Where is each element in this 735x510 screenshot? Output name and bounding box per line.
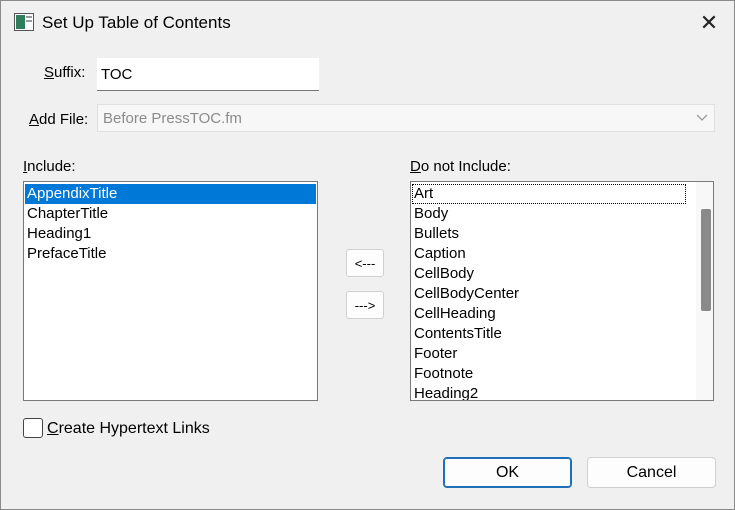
hypertext-label-text: reate Hypertext Links <box>58 420 210 437</box>
list-item[interactable]: CellBody <box>412 264 686 284</box>
title-bar: Set Up Table of Contents ✕ <box>1 1 734 43</box>
hypertext-label-accesskey: C <box>47 420 59 437</box>
list-item[interactable]: Heading1 <box>25 224 316 244</box>
list-item[interactable]: AppendixTitle <box>25 184 316 204</box>
suffix-input[interactable] <box>97 58 319 91</box>
include-label: Include: <box>23 158 76 175</box>
suffix-label: Suffix: <box>44 64 85 81</box>
add-file-label-accesskey: A <box>29 111 40 128</box>
add-file-value: Before PressTOC.fm <box>103 110 242 127</box>
app-icon <box>14 13 34 31</box>
include-label-text: nclude: <box>27 158 76 175</box>
suffix-label-accesskey: S <box>44 64 55 81</box>
add-file-label-text: dd File: <box>39 111 89 128</box>
exclude-label: Do not Include: <box>410 158 511 175</box>
exclude-scrollbar[interactable] <box>696 182 713 400</box>
exclude-label-text: o not Include: <box>420 158 511 175</box>
list-item[interactable]: PrefaceTitle <box>25 244 316 264</box>
list-item[interactable]: Body <box>412 204 686 224</box>
list-item[interactable]: Bullets <box>412 224 686 244</box>
move-to-exclude-button[interactable]: ---> <box>346 291 384 319</box>
add-file-combo[interactable]: Before PressTOC.fm <box>97 104 715 132</box>
list-item[interactable]: ContentsTitle <box>412 324 686 344</box>
list-item[interactable]: Heading2 <box>412 384 686 400</box>
exclude-label-accesskey: D <box>410 158 421 175</box>
ok-button[interactable]: OK <box>443 457 572 488</box>
chevron-down-icon <box>696 109 708 131</box>
close-icon[interactable]: ✕ <box>691 7 727 39</box>
list-item[interactable]: Caption <box>412 244 686 264</box>
move-to-include-button[interactable]: <--- <box>346 249 384 277</box>
list-item[interactable]: ChapterTitle <box>25 204 316 224</box>
setup-toc-dialog: Set Up Table of Contents ✕ Suffix: Add F… <box>0 0 735 510</box>
exclude-scroll-thumb[interactable] <box>701 209 711 311</box>
list-item[interactable]: Art <box>412 184 686 204</box>
list-item[interactable]: Footnote <box>412 364 686 384</box>
include-listbox[interactable]: AppendixTitle ChapterTitle Heading1 Preface… <box>23 181 318 401</box>
list-item[interactable]: CellBodyCenter <box>412 284 686 304</box>
window-title: Set Up Table of Contents <box>42 13 231 32</box>
hypertext-label[interactable]: Create Hypertext Links <box>47 420 210 438</box>
list-item[interactable]: Footer <box>412 344 686 364</box>
hypertext-checkbox[interactable] <box>23 418 43 438</box>
exclude-listbox[interactable]: Art Body Bullets Caption CellBody CellBodyCen… <box>410 181 714 401</box>
add-file-label: Add File: <box>29 111 88 128</box>
suffix-label-text: uffix: <box>54 64 86 81</box>
cancel-button[interactable]: Cancel <box>587 457 716 488</box>
list-item[interactable]: CellHeading <box>412 304 686 324</box>
